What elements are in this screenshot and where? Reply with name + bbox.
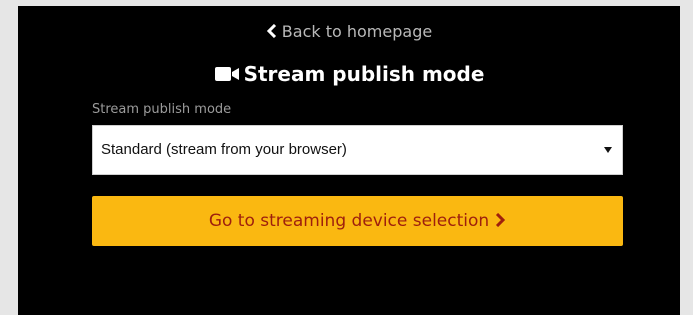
page-title: Stream publish mode [18, 60, 680, 88]
page-frame-left [0, 0, 18, 315]
dropdown-arrow-icon [604, 147, 612, 153]
video-camera-icon [214, 67, 239, 81]
page-title-text: Stream publish mode [243, 62, 485, 86]
chevron-left-icon [266, 24, 276, 38]
stream-mode-panel: Back to homepage Stream publish mode Str… [18, 6, 680, 315]
publish-mode-select[interactable]: Standard (stream from your browser) [92, 125, 623, 175]
back-link-label: Back to homepage [281, 22, 433, 41]
go-button-label: Go to streaming device selection [208, 211, 490, 231]
page-frame-right [680, 0, 693, 315]
back-to-homepage-link[interactable]: Back to homepage [18, 21, 680, 43]
publish-mode-label: Stream publish mode [92, 102, 232, 117]
publish-mode-selected-value: Standard (stream from your browser) [101, 141, 347, 158]
go-to-device-selection-button[interactable]: Go to streaming device selection [92, 196, 623, 246]
chevron-right-icon [496, 213, 506, 227]
